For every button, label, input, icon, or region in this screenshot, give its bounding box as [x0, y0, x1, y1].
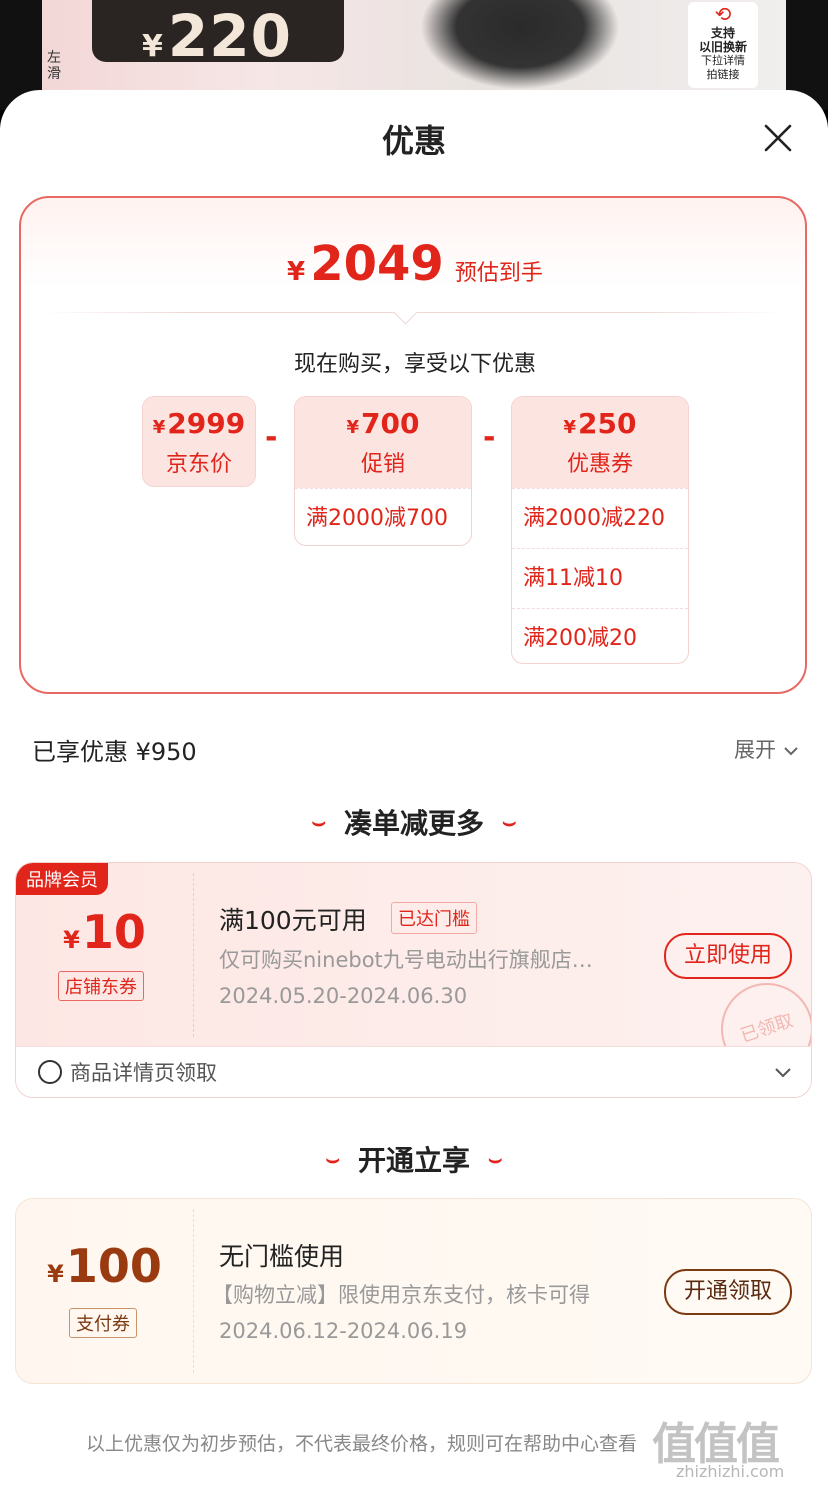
currency-symbol: ¥	[152, 417, 166, 438]
badge-line-4: 拍链接	[706, 68, 740, 81]
estimated-price: ¥ 2049 预估到手	[21, 236, 809, 292]
currency-symbol: ¥	[563, 417, 577, 438]
trade-in-badge: ⟲ 支持 以旧换新 下拉详情 拍链接	[688, 2, 758, 88]
coupon-type-tag: 支付券	[69, 1308, 137, 1338]
currency-symbol: ¥	[346, 417, 360, 438]
coupon-title: 满100元可用	[219, 906, 367, 935]
coupon-description: 仅可购买ninebot九号电动出行旗舰店…	[219, 948, 593, 972]
sheet-title: 优惠	[381, 122, 446, 160]
decor-mark-icon: ⌣	[502, 810, 517, 835]
decor-mark-icon: ⌣	[311, 810, 326, 835]
coupon-source-row[interactable]: 商品详情页领取	[16, 1046, 811, 1097]
coupon-rule: 满200减20	[512, 608, 688, 663]
expand-label: 展开	[734, 738, 776, 762]
use-now-button[interactable]: 立即使用	[664, 933, 792, 979]
coupon-validity: 2024.05.20-2024.06.30	[219, 984, 468, 1008]
jd-price-value: 2999	[167, 407, 246, 440]
divider-notch	[393, 300, 418, 325]
promo-box: ¥700 促销 满2000减700	[294, 396, 472, 546]
coupon-source: 商品详情页领取	[38, 1057, 217, 1087]
coupon-value: ¥100	[47, 1239, 162, 1293]
promo-label: 促销	[360, 452, 405, 477]
currency-symbol: ¥	[287, 257, 306, 287]
swipe-left-hint: 左滑	[47, 50, 61, 82]
promo-rule: 满2000减700	[295, 488, 471, 545]
coupon-title: 无门槛使用	[219, 1242, 345, 1271]
benefit-subtitle: 现在购买，享受以下优惠	[293, 352, 536, 377]
decor-mark-icon: ⌣	[325, 1147, 340, 1172]
enjoyed-discount: 已享优惠 ¥950	[32, 738, 197, 766]
badge-line-3: 下拉详情	[701, 54, 745, 67]
product-model-image	[420, 0, 620, 90]
banner-price: ¥220	[142, 2, 292, 70]
minus-sign: -	[265, 420, 278, 455]
payment-coupon-card: ¥100 支付券 无门槛使用 【购物立减】限使用京东支付，核卡可得 2024.0…	[15, 1198, 812, 1384]
activate-claim-button[interactable]: 开通领取	[664, 1269, 792, 1315]
threshold-reached-tag: 已达门槛	[391, 902, 477, 934]
member-tag: 品牌会员	[16, 863, 108, 895]
coupon-rule: 满2000减220	[512, 488, 688, 548]
price-summary-card: ¥ 2049 预估到手 现在购买，享受以下优惠 ¥2999 京东价 - ¥700…	[19, 196, 807, 694]
minus-sign: -	[483, 420, 496, 455]
coupon-label: 优惠券	[566, 452, 633, 477]
coupon-value: ¥10	[63, 905, 146, 959]
coupon-validity: 2024.06.12-2024.06.19	[219, 1319, 468, 1343]
jd-price-label: 京东价	[165, 452, 232, 477]
section-title-more: ⌣ 凑单减更多 ⌣	[311, 807, 517, 840]
chevron-down-icon	[775, 1068, 791, 1078]
refresh-icon: ⟲	[714, 2, 732, 26]
chevron-down-icon	[783, 747, 798, 756]
coupon-box: ¥250 优惠券 满2000减220 满11减10 满200减20	[511, 396, 689, 664]
final-price: 2049	[310, 236, 444, 292]
ticket-icon	[38, 1060, 62, 1084]
coupon-type-tag: 店铺东券	[58, 971, 144, 1001]
store-coupon-card: 品牌会员 ¥10 店铺东券 满100元可用 已达门槛 仅可购买ninebot九号…	[15, 862, 812, 1098]
coupon-description: 【购物立减】限使用京东支付，核卡可得	[212, 1283, 590, 1307]
close-icon[interactable]	[760, 120, 796, 156]
watermark-site: zhizhizhi.com	[676, 1462, 785, 1481]
expand-button[interactable]: 展开	[734, 734, 799, 764]
badge-line-2: 以旧换新	[698, 40, 747, 54]
promo-value: 700	[361, 407, 420, 440]
badge-line-1: 支持	[710, 26, 735, 40]
coupon-rule: 满11减10	[512, 548, 688, 608]
jd-price-box: ¥2999 京东价	[142, 396, 256, 487]
section-title-open: ⌣ 开通立享 ⌣	[325, 1144, 503, 1177]
decor-mark-icon: ⌣	[488, 1147, 503, 1172]
coupon-total-value: 250	[578, 407, 637, 440]
discount-sheet: 优惠 ¥ 2049 预估到手 现在购买，享受以下优惠 ¥2999 京东价 - ¥…	[0, 90, 828, 1493]
final-price-label: 预估到手	[454, 261, 543, 286]
disclaimer: 以上优惠仅为初步预估，不代表最终价格，规则可在帮助中心查看	[86, 1433, 638, 1455]
